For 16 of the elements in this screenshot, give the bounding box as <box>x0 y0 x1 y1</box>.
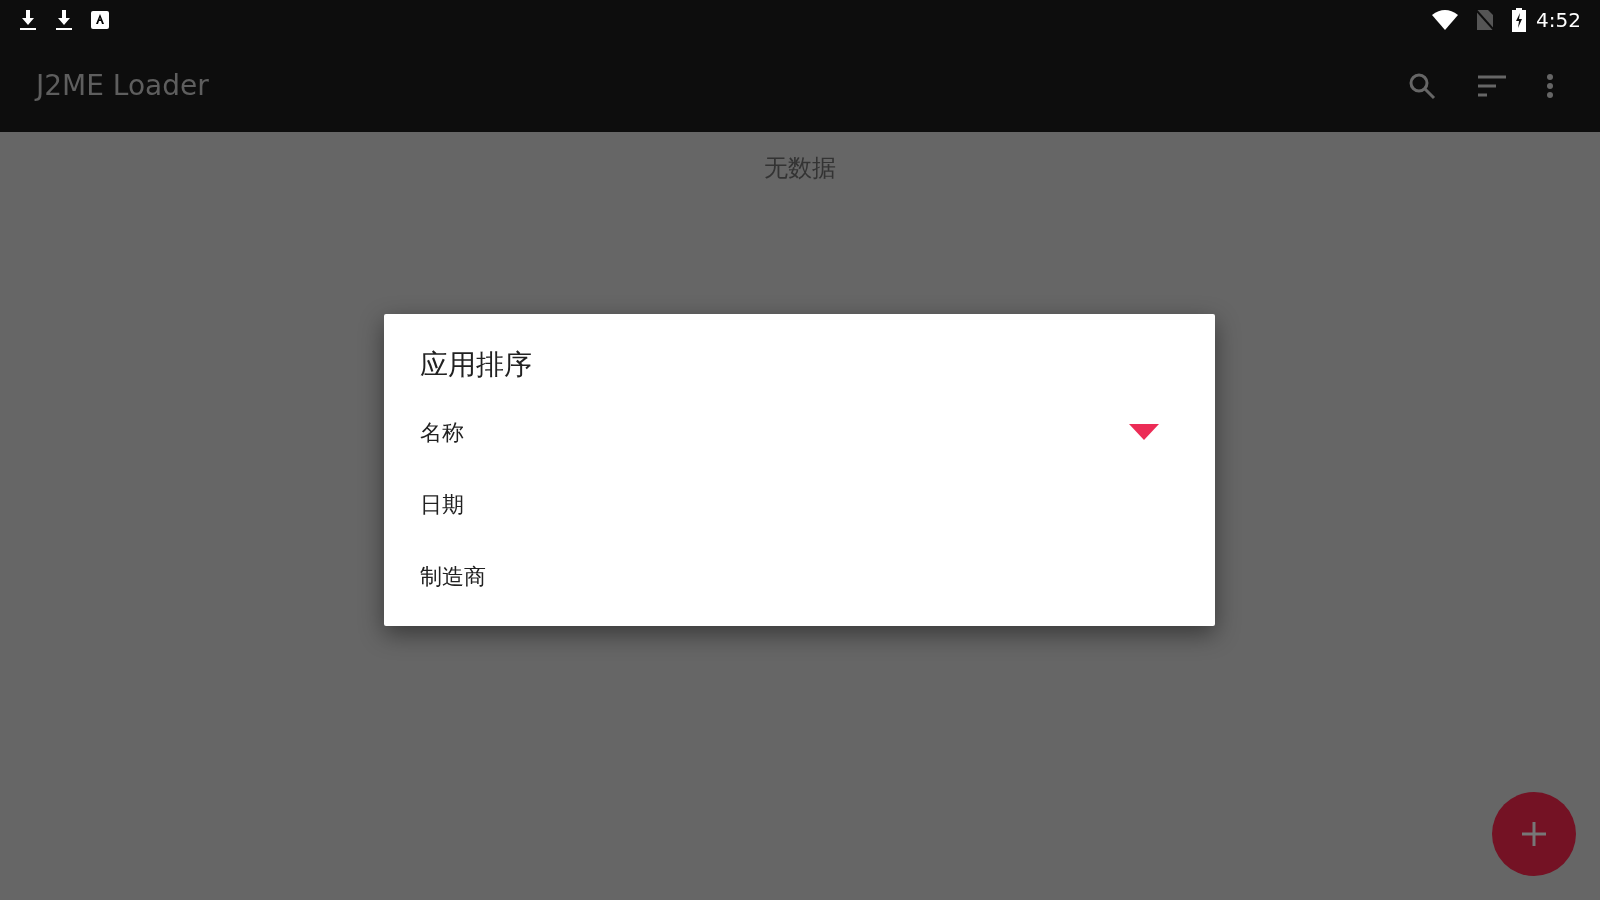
battery-charging-icon <box>1512 8 1527 32</box>
sort-icon <box>1478 75 1506 97</box>
search-icon <box>1408 72 1436 100</box>
wifi-icon <box>1432 10 1459 30</box>
download-icon <box>55 9 73 31</box>
sort-option[interactable]: 制造商 <box>384 540 1215 612</box>
app-title: J2ME Loader <box>36 68 210 104</box>
sort-option[interactable]: 名称 <box>384 396 1215 468</box>
no-sim-icon <box>1476 9 1495 31</box>
download-icon <box>19 9 37 31</box>
more-vertical-icon <box>1546 73 1554 99</box>
sort-option[interactable]: 日期 <box>384 468 1215 540</box>
status-time: 4:52 <box>1536 7 1581 34</box>
font-app-icon <box>91 11 109 29</box>
plus-icon <box>1522 822 1546 846</box>
dialog-title: 应用排序 <box>419 347 533 383</box>
